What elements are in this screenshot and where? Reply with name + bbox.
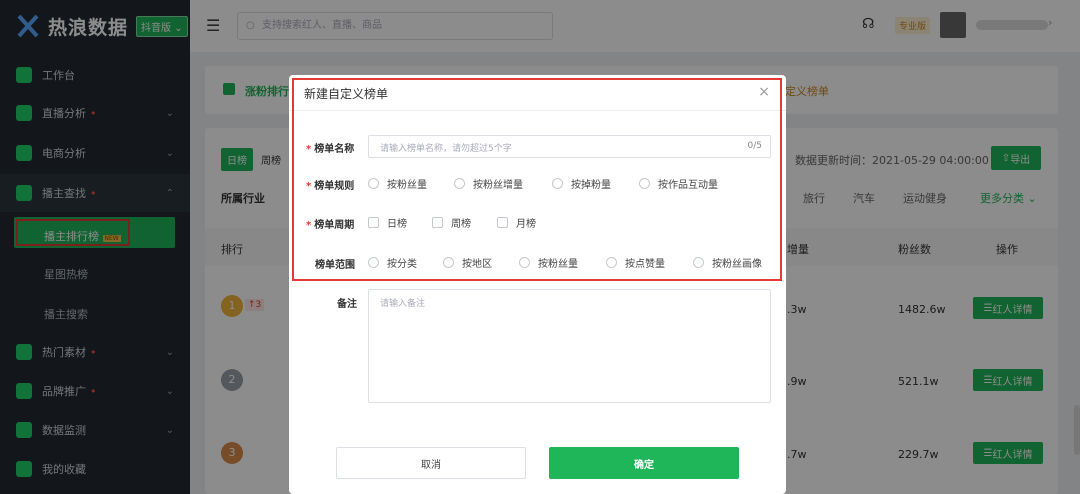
cancel-button[interactable]: 取消 xyxy=(336,447,526,479)
scrollbar[interactable] xyxy=(1074,405,1080,455)
confirm-button[interactable]: 确定 xyxy=(549,447,739,479)
note-textarea[interactable]: 请输入备注 xyxy=(368,289,771,403)
highlight-box xyxy=(292,78,782,281)
note-label: 备注 xyxy=(337,299,357,310)
